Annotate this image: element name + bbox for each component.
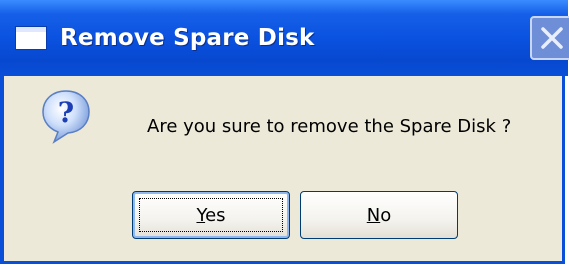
confirmation-message: Are you sure to remove the Spare Disk ?: [147, 116, 512, 137]
dialog-content: ? Are you sure to remove the Spare Disk …: [4, 76, 562, 261]
dialog-title: Remove Spare Disk: [60, 25, 315, 51]
close-button[interactable]: [530, 16, 569, 60]
window-icon: [16, 27, 46, 49]
yes-button[interactable]: Yes: [132, 191, 290, 239]
focus-rectangle: [139, 198, 283, 232]
dialog-window: Remove Spare Disk ? Are you sure to remo…: [0, 0, 569, 264]
svg-text:?: ?: [58, 96, 74, 129]
title-bar[interactable]: Remove Spare Disk: [0, 0, 569, 76]
question-icon: ?: [42, 90, 90, 144]
no-label: No: [366, 204, 392, 226]
no-button[interactable]: No: [300, 191, 458, 239]
close-icon: [541, 27, 563, 49]
